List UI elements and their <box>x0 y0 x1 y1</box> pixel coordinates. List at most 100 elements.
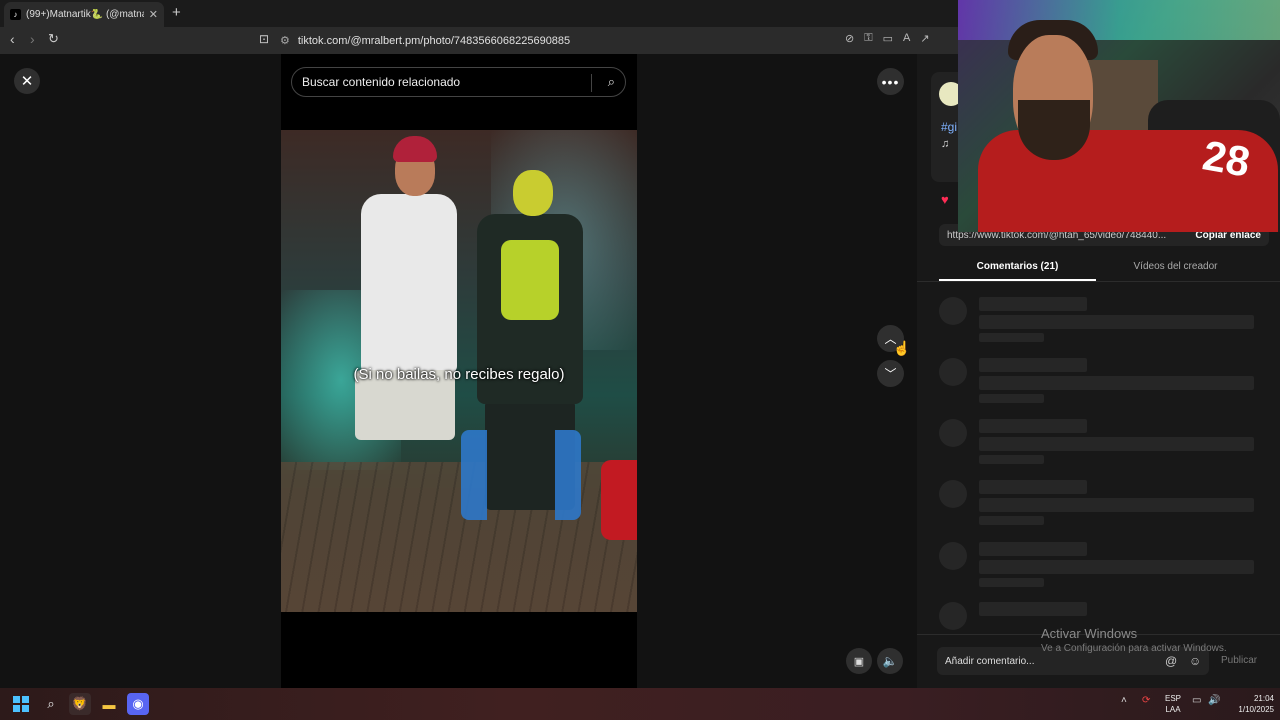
wood-floor <box>281 462 637 612</box>
tiktok-icon: ♪ <box>10 9 21 20</box>
brave-browser-icon[interactable]: 🦁 <box>69 693 91 715</box>
search-divider <box>591 74 592 92</box>
skeleton-line <box>979 602 1087 616</box>
more-options-button[interactable]: ••• <box>877 68 904 95</box>
skeleton-avatar <box>939 419 967 447</box>
miniplayer-button[interactable]: ▣ <box>846 648 872 674</box>
led-lights <box>958 0 1280 40</box>
search-icon[interactable]: ⌕ <box>608 74 615 90</box>
volume-button[interactable]: 🔈 <box>877 648 903 674</box>
skeleton-avatar <box>939 542 967 570</box>
bookmark-icon[interactable]: ⊡ <box>259 32 269 46</box>
browser-tab[interactable]: ♪ (99+)Matnartik🐍 (@matnar ✕ <box>4 2 164 27</box>
skeleton-line <box>979 358 1087 372</box>
translate-icon[interactable]: A <box>903 32 910 45</box>
tab-creator-videos[interactable]: Vídeos del creador <box>1097 261 1254 272</box>
activation-watermark-title: Activar Windows <box>1041 626 1138 641</box>
comment-skeleton <box>939 358 1259 408</box>
search-icon[interactable]: ⌕ <box>40 693 62 715</box>
video-caption: (Si no bailas, no recibes regalo) <box>353 366 565 383</box>
skeleton-line <box>979 419 1087 433</box>
yellow-mask-head <box>513 170 553 216</box>
skeleton-line <box>979 315 1254 329</box>
hashtag[interactable]: #gi <box>941 120 957 134</box>
comment-skeleton <box>939 542 1259 592</box>
heart-icon[interactable]: ♥ <box>941 192 949 207</box>
tab-comments[interactable]: Comentarios (21) <box>939 261 1096 272</box>
url-text: tiktok.com/@mralbert.pm/photo/7483566068… <box>297 34 571 47</box>
next-video-button[interactable]: ﹀ <box>877 360 904 387</box>
hand-cursor-icon: ☝ <box>893 340 911 356</box>
related-search-input[interactable]: Buscar contenido relacionado ⌕ <box>291 67 626 97</box>
panel-tabs: Comentarios (21) Vídeos del creador <box>917 254 1280 282</box>
chevron-down-icon: ﹀ <box>884 367 897 381</box>
skeleton-avatar <box>939 602 967 630</box>
tiktok-viewer: ✕ Buscar contenido relacionado ⌕ (Si no … <box>0 0 1280 688</box>
skeleton-line <box>979 480 1087 494</box>
video-frame[interactable]: (Si no bailas, no recibes regalo) <box>281 130 637 612</box>
skeleton-line <box>979 542 1087 556</box>
skeleton-avatar <box>939 297 967 325</box>
close-viewer-button[interactable]: ✕ <box>14 68 40 94</box>
chevron-up-icon[interactable]: ˄ <box>1121 695 1127 706</box>
skeleton-line <box>979 394 1044 403</box>
system-clock[interactable]: 21:04 1/10/2025 <box>1228 693 1274 715</box>
windows-start-icon[interactable] <box>13 696 29 712</box>
skeleton-line <box>979 376 1254 390</box>
jersey-number: 28 <box>1199 131 1254 186</box>
skeleton-line <box>979 297 1087 311</box>
network-icon[interactable]: ▭ <box>1192 695 1201 706</box>
taskbar: ⌕ 🦁 ▬ ◉ ˄ ⟳ ESP LAA ▭ 🔊 21:04 1/10/2025 <box>0 688 1280 720</box>
tracking-icon[interactable]: ⊘ <box>845 32 854 45</box>
red-beanie <box>393 136 437 162</box>
skeleton-line <box>979 455 1044 464</box>
webcam-overlay: 28 <box>958 0 1280 232</box>
discord-icon[interactable]: ◉ <box>127 693 149 715</box>
skeleton-line <box>979 498 1254 512</box>
clock-time: 21:04 <box>1253 694 1274 703</box>
file-explorer-icon[interactable]: ▬ <box>98 693 120 715</box>
new-tab-icon[interactable]: + <box>172 4 181 21</box>
video-stage: Buscar contenido relacionado ⌕ (Si no ba… <box>281 54 637 688</box>
skeleton-line <box>979 560 1254 574</box>
active-tab-indicator <box>939 279 1096 281</box>
skeleton-line <box>979 437 1254 451</box>
toolbar-icons: ⊘ ⚿ ▭ A ↗ <box>845 32 930 45</box>
share-icon[interactable]: ↗ <box>920 32 929 45</box>
comment-placeholder: Añadir comentario... <box>945 655 1035 667</box>
language-code: ESP <box>1164 694 1181 703</box>
close-icon: ✕ <box>20 73 34 90</box>
site-info-icon[interactable]: ⚙ <box>280 34 290 47</box>
skeleton-line <box>979 516 1044 525</box>
blue-boots <box>461 430 581 520</box>
red-boot <box>601 460 637 540</box>
activation-watermark-subtitle: Ve a Configuración para activar Windows. <box>1041 643 1227 654</box>
more-icon: ••• <box>881 73 900 90</box>
tab-title: (99+)Matnartik🐍 (@matnar <box>26 9 144 20</box>
close-tab-icon[interactable]: ✕ <box>149 8 158 21</box>
skeleton-line <box>979 578 1044 587</box>
yellow-chest <box>501 240 559 320</box>
publish-button[interactable]: Publicar <box>1221 655 1257 666</box>
skeleton-line <box>979 333 1044 342</box>
back-icon[interactable]: ‹ <box>10 31 15 47</box>
skeleton-avatar <box>939 358 967 386</box>
skeleton-avatar <box>939 480 967 508</box>
cast-icon[interactable]: ▭ <box>883 32 893 45</box>
miniplayer-icon: ▣ <box>853 655 865 668</box>
language-indicator[interactable]: ESP LAA <box>1163 693 1183 715</box>
password-icon[interactable]: ⚿ <box>864 32 872 45</box>
emoji-icon[interactable]: ☺ <box>1189 654 1201 668</box>
reload-icon[interactable]: ↻ <box>48 31 59 47</box>
sync-icon[interactable]: ⟳ <box>1142 695 1150 706</box>
comment-skeleton <box>939 480 1259 530</box>
layout-code: LAA <box>1165 705 1181 714</box>
forward-icon[interactable]: › <box>30 31 35 47</box>
volume-icon[interactable]: 🔊 <box>1208 695 1220 706</box>
comment-skeleton <box>939 419 1259 469</box>
mention-icon[interactable]: @ <box>1165 654 1177 668</box>
person-white-outfit <box>361 194 457 374</box>
search-placeholder: Buscar contenido relacionado <box>302 75 461 89</box>
music-icon: ♫ <box>941 138 950 150</box>
clock-date: 1/10/2025 <box>1238 705 1274 714</box>
